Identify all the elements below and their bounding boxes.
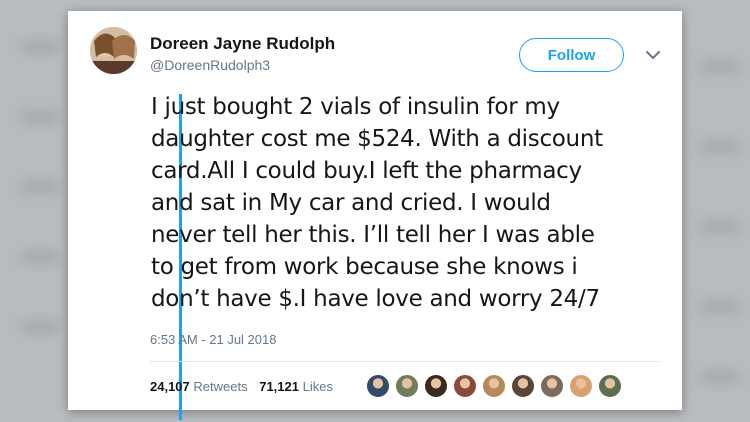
tweet-text-line: card.All I could buy.I left the pharmacy [151,158,582,184]
tweet-text-line: to get from work because she knows i [151,254,578,280]
liker-avatar[interactable] [511,374,535,398]
profile-photo-icon [90,27,137,74]
liker-avatar[interactable] [569,374,593,398]
follow-button[interactable]: Follow [519,38,624,72]
liker-avatar[interactable] [540,374,564,398]
tweet-text-line: don’t have $.I have love and worry 24/7 [151,286,600,312]
retweets-label: Retweets [193,379,248,394]
chevron-down-icon[interactable] [645,49,661,61]
tweet-timestamp[interactable]: 6:53 AM - 21 Jul 2018 [150,332,276,347]
liker-avatar[interactable] [482,374,506,398]
tweet-text-line: and sat in My car and cried. I would [151,190,551,216]
likes-count: 71,121 [259,379,299,394]
likes-label: Likes [302,379,333,394]
liker-avatar[interactable] [424,374,448,398]
liker-avatars [366,374,627,398]
tweet-card: Doreen Jayne Rudolph @DoreenRudolph3 Fol… [68,11,682,420]
tweet-text-line: never tell her this. I’ll tell her I was… [151,222,595,248]
retweets-stat[interactable]: 24,107 Retweets [150,379,251,394]
avatar[interactable] [90,27,137,74]
liker-avatar[interactable] [366,374,390,398]
tweet-text: I just bought 2 vials of insulin for my … [151,91,671,315]
likes-stat[interactable]: 71,121 Likes [259,379,333,394]
retweets-count: 24,107 [150,379,190,394]
liker-avatar[interactable] [598,374,622,398]
liker-avatar[interactable] [395,374,419,398]
tweet-text-line: daughter cost me $524. With a discount [151,126,603,152]
tweet-stats: 24,107 Retweets 71,121 Likes [150,379,341,394]
liker-avatar[interactable] [453,374,477,398]
divider [150,361,660,362]
user-handle[interactable]: @DoreenRudolph3 [150,57,270,73]
tweet-text-line: I just bought 2 vials of insulin for my [151,94,560,120]
display-name[interactable]: Doreen Jayne Rudolph [150,34,335,54]
